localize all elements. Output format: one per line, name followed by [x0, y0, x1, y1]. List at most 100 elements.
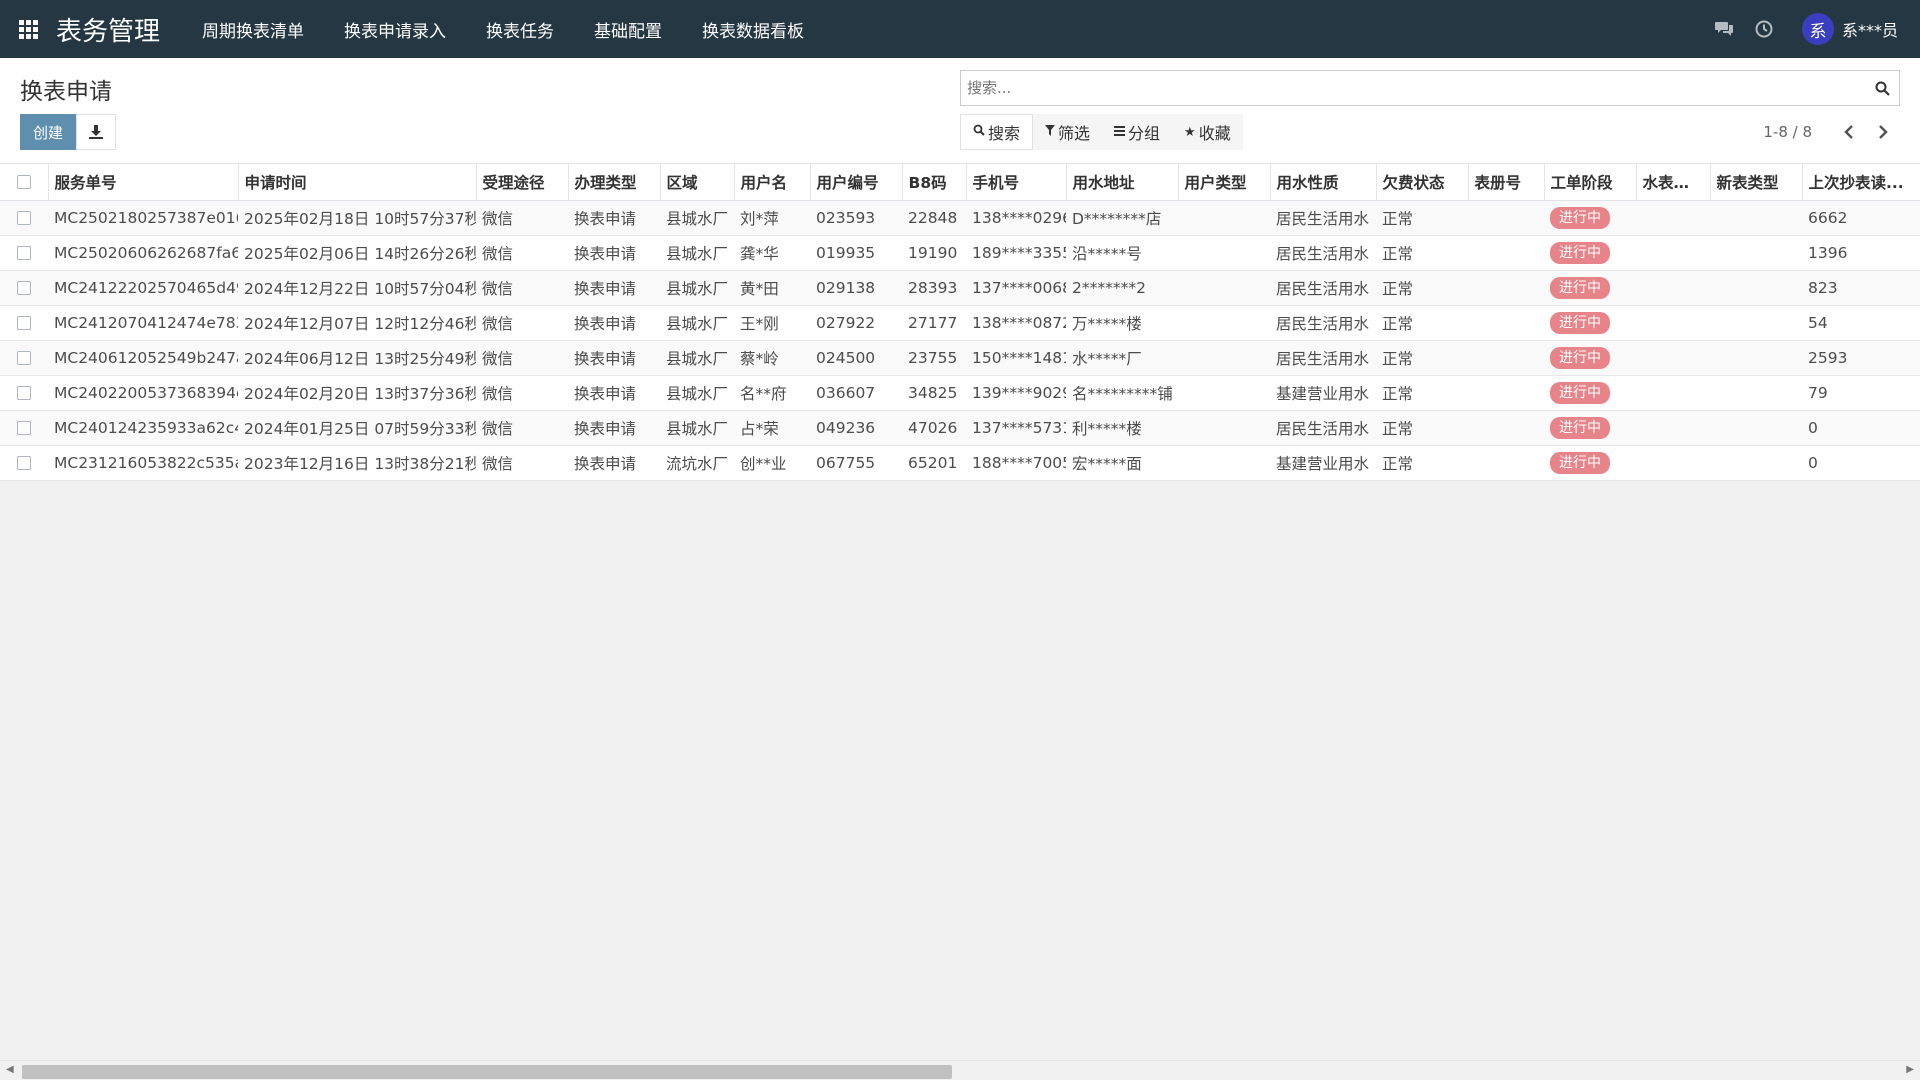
table-cell — [1468, 235, 1544, 271]
column-header[interactable]: 服务单号 — [48, 164, 239, 201]
table-cell — [1468, 375, 1544, 411]
menu-item-tasks[interactable]: 换表任务 — [466, 0, 574, 58]
table-cell: 34825 — [902, 375, 966, 411]
groupby-dropdown[interactable]: 分组 — [1102, 114, 1172, 150]
app-brand[interactable]: 表务管理 — [56, 11, 160, 48]
row-checkbox[interactable] — [0, 235, 48, 271]
column-header[interactable]: 工单阶段 — [1544, 164, 1637, 201]
table-cell: 微信 — [476, 410, 568, 446]
chevron-left-icon[interactable] — [1832, 114, 1866, 150]
table-cell: 036607 — [810, 375, 902, 411]
table-cell — [1710, 235, 1802, 271]
search-icon[interactable] — [1865, 71, 1899, 105]
user-menu[interactable]: 系 系***员 — [1784, 13, 1920, 45]
table-cell: 居民生活用水 — [1270, 410, 1376, 446]
table-cell — [1636, 200, 1710, 236]
filter-label: 筛选 — [1058, 124, 1091, 143]
column-header[interactable]: 用户编号 — [810, 164, 903, 201]
scrollbar-thumb[interactable] — [22, 1065, 952, 1079]
status-badge: 进行中 — [1550, 381, 1610, 404]
row-checkbox[interactable] — [0, 200, 48, 236]
select-all-checkbox[interactable] — [0, 164, 49, 201]
column-header[interactable]: 用水地址 — [1066, 164, 1179, 201]
apps-menu-icon[interactable] — [0, 0, 56, 58]
table-cell — [1710, 200, 1802, 236]
menu-item-dashboard[interactable]: 换表数据看板 — [682, 0, 824, 58]
clock-icon[interactable] — [1744, 0, 1784, 58]
row-checkbox[interactable] — [0, 445, 48, 481]
row-checkbox[interactable] — [0, 270, 48, 306]
table-row[interactable]: MC2502180257387e016 2025年02月18日 10时57分37秒… — [0, 200, 1920, 236]
row-checkbox[interactable] — [0, 375, 48, 411]
menu-item-config[interactable]: 基础配置 — [574, 0, 682, 58]
column-header[interactable]: 上次抄表读... — [1802, 164, 1920, 201]
table-row[interactable]: MC231216053822c535a 2023年12月16日 13时38分21秒… — [0, 445, 1920, 481]
table-row[interactable]: MC2402200537368394c 2024年02月20日 13时37分36秒… — [0, 375, 1920, 411]
chevron-right-icon[interactable] — [1866, 114, 1900, 150]
pager-value[interactable]: 1-8 / 8 — [1763, 123, 1812, 141]
table-cell: 换表申请 — [568, 200, 660, 236]
column-header[interactable]: 用水性质 — [1270, 164, 1377, 201]
favorites-dropdown[interactable]: ★ 收藏 — [1172, 114, 1243, 150]
column-header[interactable]: 表册号 — [1468, 164, 1545, 201]
table-cell: 进行中 — [1544, 340, 1636, 376]
table-cell: 137****0068 — [966, 270, 1066, 306]
column-header[interactable]: 欠费状态 — [1376, 164, 1469, 201]
search-icon — [973, 124, 985, 140]
search-tab[interactable]: 搜索 — [960, 114, 1034, 150]
row-checkbox[interactable] — [0, 305, 48, 341]
horizontal-scrollbar[interactable]: ◀ ▶ — [0, 1060, 1920, 1080]
table-cell: 6662 — [1802, 200, 1920, 236]
table-cell: 正常 — [1376, 445, 1468, 481]
table-cell: 换表申请 — [568, 410, 660, 446]
column-header[interactable]: 受理途径 — [476, 164, 569, 201]
column-header[interactable]: B8码 — [902, 164, 967, 201]
table-cell: 流坑水厂 — [660, 445, 734, 481]
table-cell: 65201 — [902, 445, 966, 481]
table-cell: MC240612052549b247a — [48, 340, 238, 376]
table-cell: 2024年01月25日 07时59分33秒 — [238, 410, 476, 446]
table-cell: 县城水厂 — [660, 270, 734, 306]
column-header[interactable]: 用户名 — [734, 164, 811, 201]
menu-item-periodic-list[interactable]: 周期换表清单 — [182, 0, 324, 58]
search-input[interactable] — [961, 71, 1865, 105]
main-menu: 周期换表清单 换表申请录入 换表任务 基础配置 换表数据看板 — [182, 0, 824, 58]
table-cell: 基建营业用水 — [1270, 445, 1376, 481]
table-cell — [1710, 340, 1802, 376]
column-header[interactable]: 新表类型 — [1710, 164, 1803, 201]
row-checkbox[interactable] — [0, 340, 48, 376]
column-header[interactable]: 办理类型 — [568, 164, 661, 201]
empty-area — [0, 490, 1920, 1060]
table-row[interactable]: MC24122202570465d49 2024年12月22日 10时57分04秒… — [0, 270, 1920, 306]
table-cell: 居民生活用水 — [1270, 305, 1376, 341]
table-row[interactable]: MC25020606262687fa6 2025年02月06日 14时26分26秒… — [0, 235, 1920, 271]
table-cell: 刘*萍 — [734, 200, 810, 236]
download-button[interactable] — [76, 114, 116, 150]
table-cell — [1178, 445, 1270, 481]
filter-dropdown[interactable]: 筛选 — [1033, 114, 1102, 150]
scroll-left-icon[interactable]: ◀ — [6, 1064, 14, 1075]
table-cell: 进行中 — [1544, 235, 1636, 271]
table-cell: 2024年12月22日 10时57分04秒 — [238, 270, 476, 306]
table-cell — [1636, 340, 1710, 376]
table-row[interactable]: MC2412070412474e783 2024年12月07日 12时12分46秒… — [0, 305, 1920, 341]
menu-item-application-entry[interactable]: 换表申请录入 — [324, 0, 466, 58]
status-badge: 进行中 — [1550, 311, 1610, 334]
scroll-right-icon[interactable]: ▶ — [1906, 1064, 1914, 1075]
table-cell: 138****0296 — [966, 200, 1066, 236]
row-checkbox[interactable] — [0, 410, 48, 446]
column-header[interactable]: 水表编号 — [1636, 164, 1711, 201]
column-header[interactable]: 申请时间 — [238, 164, 477, 201]
table-cell: 进行中 — [1544, 200, 1636, 236]
table-cell — [1178, 340, 1270, 376]
status-badge: 进行中 — [1550, 241, 1610, 264]
table-cell: 县城水厂 — [660, 340, 734, 376]
create-button[interactable]: 创建 — [20, 114, 76, 150]
status-badge: 进行中 — [1550, 346, 1610, 369]
column-header[interactable]: 用户类型 — [1178, 164, 1271, 201]
chat-icon[interactable] — [1704, 0, 1744, 58]
column-header[interactable]: 手机号 — [966, 164, 1067, 201]
table-row[interactable]: MC240612052549b247a 2024年06月12日 13时25分49秒… — [0, 340, 1920, 376]
table-row[interactable]: MC240124235933a62c4 2024年01月25日 07时59分33秒… — [0, 410, 1920, 446]
column-header[interactable]: 区域 — [660, 164, 735, 201]
